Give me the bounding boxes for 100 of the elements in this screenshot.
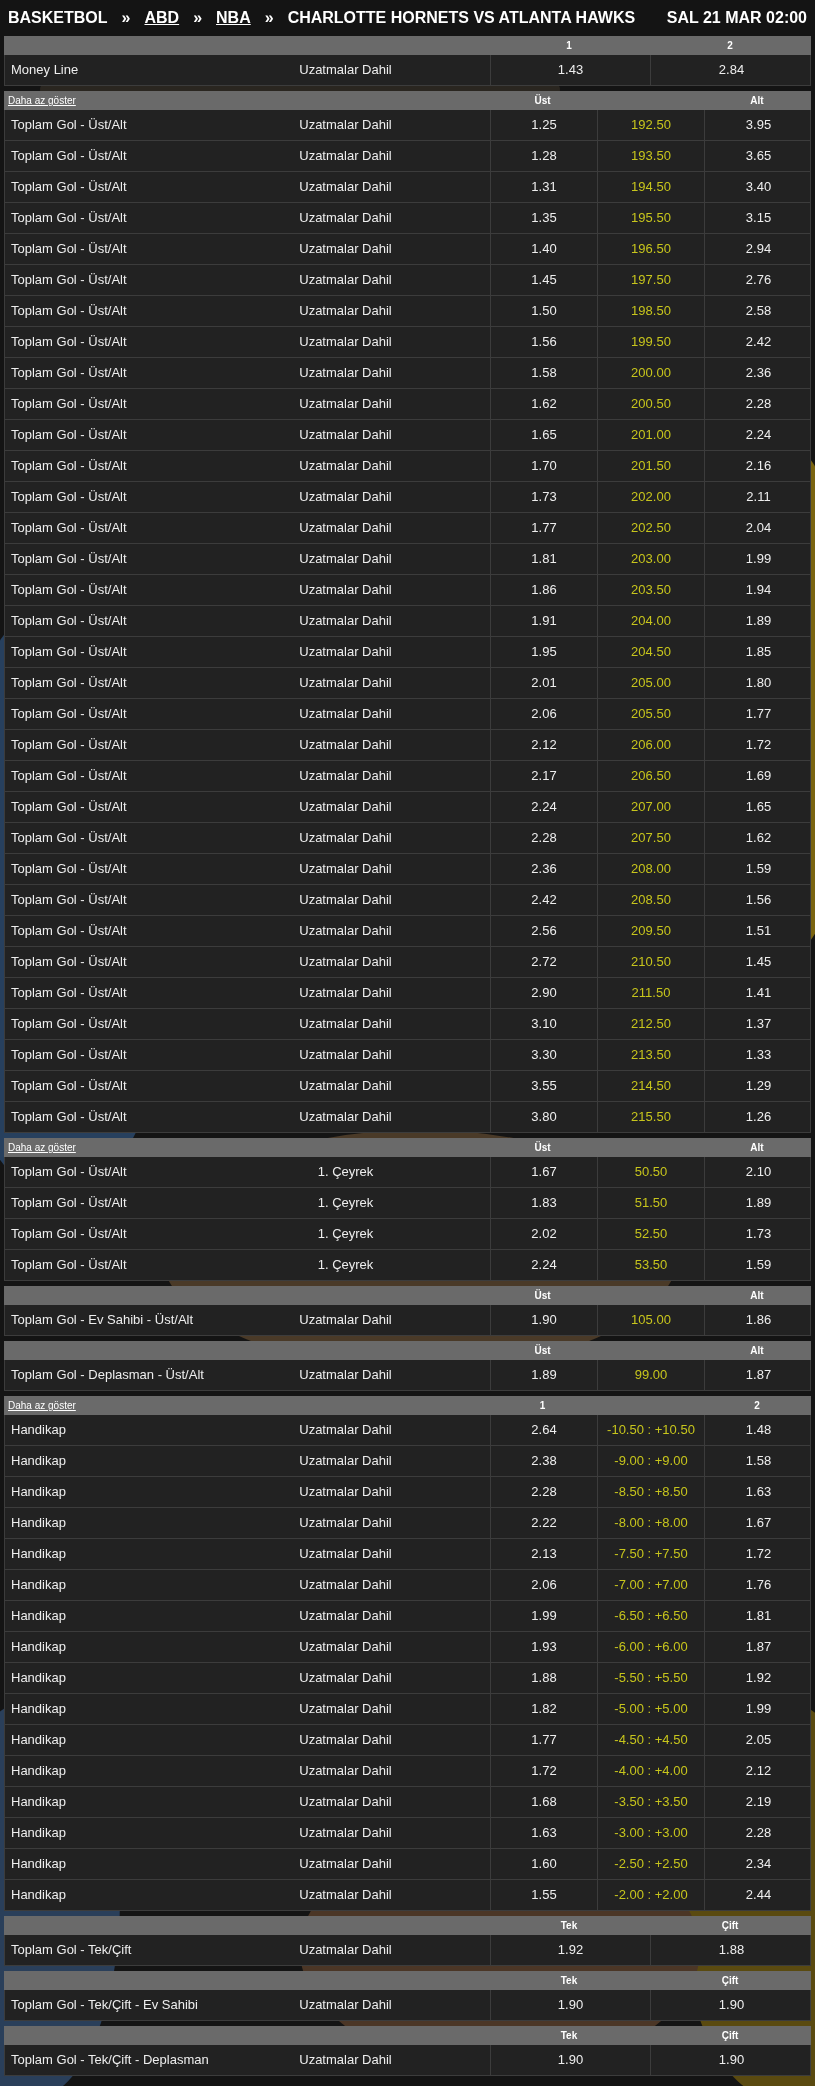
odds-button[interactable]: 1.87 bbox=[704, 1632, 812, 1662]
odds-button[interactable]: 1.26 bbox=[704, 1102, 812, 1132]
odds-button[interactable]: 1.33 bbox=[704, 1040, 812, 1070]
odds-button[interactable]: 2.11 bbox=[704, 482, 812, 512]
odds-button[interactable]: 3.95 bbox=[704, 110, 812, 140]
odds-button[interactable]: 1.56 bbox=[490, 327, 597, 357]
odds-button[interactable]: 1.63 bbox=[704, 1477, 812, 1507]
odds-button[interactable]: 1.51 bbox=[704, 916, 812, 946]
odds-button[interactable]: 1.65 bbox=[490, 420, 597, 450]
odds-button[interactable]: 1.40 bbox=[490, 234, 597, 264]
odds-button[interactable]: 1.50 bbox=[490, 296, 597, 326]
odds-button[interactable]: 2.58 bbox=[704, 296, 812, 326]
odds-button[interactable]: 1.89 bbox=[704, 1188, 812, 1218]
odds-button[interactable]: 3.65 bbox=[704, 141, 812, 171]
odds-button[interactable]: 1.73 bbox=[490, 482, 597, 512]
odds-button[interactable]: 1.91 bbox=[490, 606, 597, 636]
odds-button[interactable]: 2.72 bbox=[490, 947, 597, 977]
odds-button[interactable]: 2.24 bbox=[704, 420, 812, 450]
odds-button[interactable]: 2.28 bbox=[704, 389, 812, 419]
odds-button[interactable]: 1.63 bbox=[490, 1818, 597, 1848]
odds-button[interactable]: 2.42 bbox=[490, 885, 597, 915]
odds-button[interactable]: 1.89 bbox=[704, 606, 812, 636]
odds-button[interactable]: 1.58 bbox=[490, 358, 597, 388]
odds-button[interactable]: 1.90 bbox=[490, 1305, 597, 1335]
odds-button[interactable]: 1.88 bbox=[650, 1935, 812, 1965]
odds-button[interactable]: 2.13 bbox=[490, 1539, 597, 1569]
odds-button[interactable]: 2.28 bbox=[490, 823, 597, 853]
odds-button[interactable]: 2.38 bbox=[490, 1446, 597, 1476]
odds-button[interactable]: 1.62 bbox=[704, 823, 812, 853]
odds-button[interactable]: 1.93 bbox=[490, 1632, 597, 1662]
odds-button[interactable]: 2.36 bbox=[704, 358, 812, 388]
odds-button[interactable]: 1.67 bbox=[704, 1508, 812, 1538]
odds-button[interactable]: 1.68 bbox=[490, 1787, 597, 1817]
odds-button[interactable]: 2.84 bbox=[650, 55, 812, 85]
breadcrumb-link[interactable]: ABD bbox=[144, 6, 180, 30]
odds-button[interactable]: 1.77 bbox=[490, 1725, 597, 1755]
odds-button[interactable]: 1.99 bbox=[490, 1601, 597, 1631]
odds-button[interactable]: 1.80 bbox=[704, 668, 812, 698]
odds-button[interactable]: 1.85 bbox=[704, 637, 812, 667]
odds-button[interactable]: 2.17 bbox=[490, 761, 597, 791]
show-less-link[interactable]: Daha az göster bbox=[4, 1398, 200, 1413]
odds-button[interactable]: 1.58 bbox=[704, 1446, 812, 1476]
odds-button[interactable]: 1.25 bbox=[490, 110, 597, 140]
odds-button[interactable]: 1.48 bbox=[704, 1415, 812, 1445]
odds-button[interactable]: 1.65 bbox=[704, 792, 812, 822]
odds-button[interactable]: 1.35 bbox=[490, 203, 597, 233]
odds-button[interactable]: 1.41 bbox=[704, 978, 812, 1008]
odds-button[interactable]: 3.30 bbox=[490, 1040, 597, 1070]
odds-button[interactable]: 3.15 bbox=[704, 203, 812, 233]
odds-button[interactable]: 3.40 bbox=[704, 172, 812, 202]
odds-button[interactable]: 2.06 bbox=[490, 699, 597, 729]
odds-button[interactable]: 1.83 bbox=[490, 1188, 597, 1218]
odds-button[interactable]: 2.04 bbox=[704, 513, 812, 543]
odds-button[interactable]: 1.59 bbox=[704, 854, 812, 884]
odds-button[interactable]: 1.77 bbox=[704, 699, 812, 729]
odds-button[interactable]: 2.16 bbox=[704, 451, 812, 481]
odds-button[interactable]: 1.45 bbox=[490, 265, 597, 295]
odds-button[interactable]: 2.24 bbox=[490, 1250, 597, 1280]
odds-button[interactable]: 2.02 bbox=[490, 1219, 597, 1249]
odds-button[interactable]: 1.67 bbox=[490, 1157, 597, 1187]
odds-button[interactable]: 2.12 bbox=[704, 1756, 812, 1786]
odds-button[interactable]: 2.19 bbox=[704, 1787, 812, 1817]
odds-button[interactable]: 1.87 bbox=[704, 1360, 812, 1390]
odds-button[interactable]: 1.81 bbox=[704, 1601, 812, 1631]
odds-button[interactable]: 2.76 bbox=[704, 265, 812, 295]
odds-button[interactable]: 1.37 bbox=[704, 1009, 812, 1039]
odds-button[interactable]: 1.76 bbox=[704, 1570, 812, 1600]
odds-button[interactable]: 1.28 bbox=[490, 141, 597, 171]
odds-button[interactable]: 2.90 bbox=[490, 978, 597, 1008]
odds-button[interactable]: 1.73 bbox=[704, 1219, 812, 1249]
odds-button[interactable]: 1.94 bbox=[704, 575, 812, 605]
odds-button[interactable]: 1.55 bbox=[490, 1880, 597, 1910]
odds-button[interactable]: 1.60 bbox=[490, 1849, 597, 1879]
odds-button[interactable]: 1.90 bbox=[490, 2045, 650, 2075]
odds-button[interactable]: 1.92 bbox=[704, 1663, 812, 1693]
odds-button[interactable]: 2.64 bbox=[490, 1415, 597, 1445]
odds-button[interactable]: 2.44 bbox=[704, 1880, 812, 1910]
odds-button[interactable]: 2.28 bbox=[490, 1477, 597, 1507]
odds-button[interactable]: 2.06 bbox=[490, 1570, 597, 1600]
show-less-link[interactable]: Daha az göster bbox=[4, 1140, 200, 1155]
odds-button[interactable]: 3.10 bbox=[490, 1009, 597, 1039]
odds-button[interactable]: 1.99 bbox=[704, 1694, 812, 1724]
odds-button[interactable]: 2.24 bbox=[490, 792, 597, 822]
odds-button[interactable]: 1.90 bbox=[650, 1990, 812, 2020]
odds-button[interactable]: 2.42 bbox=[704, 327, 812, 357]
odds-button[interactable]: 2.36 bbox=[490, 854, 597, 884]
odds-button[interactable]: 1.86 bbox=[490, 575, 597, 605]
odds-button[interactable]: 1.45 bbox=[704, 947, 812, 977]
odds-button[interactable]: 1.31 bbox=[490, 172, 597, 202]
odds-button[interactable]: 2.94 bbox=[704, 234, 812, 264]
odds-button[interactable]: 1.59 bbox=[704, 1250, 812, 1280]
odds-button[interactable]: 1.56 bbox=[704, 885, 812, 915]
odds-button[interactable]: 1.82 bbox=[490, 1694, 597, 1724]
odds-button[interactable]: 1.95 bbox=[490, 637, 597, 667]
odds-button[interactable]: 1.43 bbox=[490, 55, 650, 85]
odds-button[interactable]: 1.90 bbox=[650, 2045, 812, 2075]
odds-button[interactable]: 2.56 bbox=[490, 916, 597, 946]
breadcrumb-link[interactable]: NBA bbox=[216, 6, 251, 30]
odds-button[interactable]: 2.12 bbox=[490, 730, 597, 760]
odds-button[interactable]: 2.34 bbox=[704, 1849, 812, 1879]
